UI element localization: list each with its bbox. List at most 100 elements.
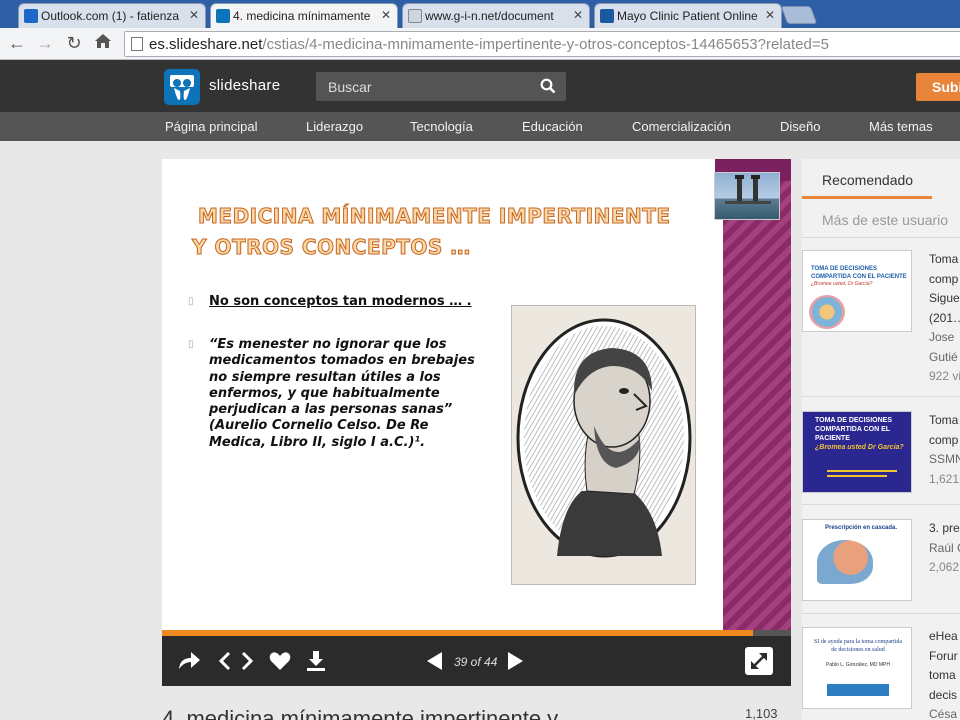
reload-icon[interactable]: ↻ xyxy=(63,33,85,54)
related-thumbnail-3[interactable]: Prescripción en cascada. xyxy=(802,519,912,601)
related-title-line: comp xyxy=(929,271,959,286)
browser-tab-strip: Outlook.com (1) - fatienza ✕ 4. medicina… xyxy=(0,0,960,29)
thumb-graphic xyxy=(817,540,873,584)
bullet-icon: ▯ xyxy=(188,339,194,350)
slideshare-logo-icon[interactable] xyxy=(164,69,200,105)
home-icon[interactable] xyxy=(92,33,114,54)
close-icon[interactable]: ✕ xyxy=(381,8,391,22)
slide-bullet-1: No son conceptos tan modernos … . xyxy=(209,294,472,309)
nav-tecnologia[interactable]: Tecnología xyxy=(410,119,473,134)
related-author-line: Jose xyxy=(929,330,955,344)
related-views: 2,062 xyxy=(929,560,960,574)
related-title-line: Sigue xyxy=(929,291,960,305)
view-count: 1,103 xyxy=(745,706,778,720)
slide-quote: “Es menester no ignorar que los medicame… xyxy=(209,337,475,450)
tab-label: Mayo Clinic Patient Online xyxy=(617,9,758,23)
related-title-line: Toma xyxy=(929,413,959,427)
related-title-line: decis xyxy=(929,687,958,702)
tab-gin[interactable]: www.g-i-n.net/document ✕ xyxy=(402,3,590,28)
slideshare-header: slideshare Subir xyxy=(0,60,960,112)
divider xyxy=(802,237,960,238)
outlook-icon xyxy=(24,9,38,23)
active-tab-indicator xyxy=(802,196,932,199)
presentation-title: 4. medicina mínimamente impertinente y xyxy=(162,706,559,720)
thumb-title: TOMA DE DECISIONES COMPARTIDA CON EL PAC… xyxy=(811,266,907,280)
category-nav: Página principal Liderazgo Tecnología Ed… xyxy=(0,112,960,141)
tab-outlook[interactable]: Outlook.com (1) - fatienza ✕ xyxy=(18,3,206,28)
related-author-line: Césa xyxy=(929,707,958,720)
tab-label: www.g-i-n.net/document xyxy=(425,9,554,23)
bullet-icon: ▯ xyxy=(188,296,194,307)
divider xyxy=(802,396,960,397)
thumb-subtitle: Pablo L. González, MD MPH xyxy=(826,662,890,668)
share-icon[interactable] xyxy=(176,649,202,673)
related-title-line: (201… xyxy=(929,310,960,325)
brand-name[interactable]: slideshare xyxy=(209,77,280,94)
new-tab-button[interactable] xyxy=(780,6,818,24)
slide-viewer[interactable]: MEDICINA MÍNIMAMENTE IMPERTINENTE Y OTRO… xyxy=(162,159,791,635)
address-bar[interactable]: es.slideshare.net/cstias/4-medicina-mnim… xyxy=(124,31,960,57)
thumb-title: SI de ayuda para la toma compartida de d… xyxy=(814,639,902,653)
tab-label: 4. medicina mínimamente xyxy=(233,9,371,23)
tab-recommended[interactable]: Recomendado xyxy=(822,172,913,188)
mayo-shield-icon xyxy=(600,9,614,23)
divider xyxy=(802,613,960,614)
close-icon[interactable]: ✕ xyxy=(189,8,199,22)
celsus-portrait-image xyxy=(511,305,696,585)
url-path: /cstias/4-medicina-mnimamente-impertinen… xyxy=(262,36,829,53)
globe-icon xyxy=(408,9,422,23)
tab-label: Outlook.com (1) - fatienza xyxy=(41,9,180,23)
page-icon xyxy=(131,37,143,51)
slideshare-favicon-icon xyxy=(216,9,230,23)
related-thumbnail-2[interactable]: TOMA DE DECISIONES COMPARTIDA CON EL PAC… xyxy=(802,411,912,493)
embed-icon[interactable] xyxy=(218,649,254,673)
previous-slide-icon[interactable] xyxy=(424,649,450,673)
slide-title-line1: MEDICINA MÍNIMAMENTE IMPERTINENTE xyxy=(198,204,671,229)
related-item-2[interactable]: Toma comp SSMN 1,621 xyxy=(929,411,960,489)
nav-pagina-principal[interactable]: Página principal xyxy=(165,119,258,134)
related-thumbnail-4[interactable]: SI de ayuda para la toma compartida de d… xyxy=(802,627,912,709)
nav-mas-temas[interactable]: Más temas xyxy=(869,119,933,134)
close-icon[interactable]: ✕ xyxy=(765,8,775,22)
thumb-graphic xyxy=(827,475,887,477)
player-controls: 39 of 44 xyxy=(162,636,791,686)
related-author-line: Gutié xyxy=(929,349,958,364)
tab-more-from-user[interactable]: Más de este usuario xyxy=(822,212,948,228)
upload-button[interactable]: Subir xyxy=(916,73,960,101)
thumb-title: Prescripción en cascada. xyxy=(825,525,898,531)
related-item-1[interactable]: Toma comp Sigue (201… Jose Gutié 922 vi xyxy=(929,250,960,387)
divider xyxy=(802,504,960,505)
related-title-line: comp xyxy=(929,432,959,447)
download-icon[interactable] xyxy=(304,649,330,673)
thumb-title: TOMA DE DECISIONES COMPARTIDA CON EL PAC… xyxy=(815,417,893,442)
nav-comercializacion[interactable]: Comercialización xyxy=(632,119,731,134)
like-heart-icon[interactable] xyxy=(268,649,294,673)
nav-diseno[interactable]: Diseño xyxy=(780,119,820,134)
related-item-3[interactable]: 3. pre Raúl C 2,062 xyxy=(929,519,960,578)
related-views: 1,621 xyxy=(929,471,960,486)
search-icon[interactable] xyxy=(540,78,556,94)
forward-arrow-icon[interactable]: → xyxy=(34,33,56,54)
slide-page-indicator: 39 of 44 xyxy=(454,655,498,669)
related-title-line: toma xyxy=(929,668,956,682)
related-views: 922 vi xyxy=(929,369,960,383)
slide-title: MEDICINA MÍNIMAMENTE IMPERTINENTE Y OTRO… xyxy=(192,201,671,263)
related-sidebar: Recomendado Más de este usuario TOMA DE … xyxy=(802,159,960,720)
thumb-graphic xyxy=(809,295,845,329)
url-host: es.slideshare.net xyxy=(149,36,263,53)
related-title-line: Toma xyxy=(929,252,959,266)
related-thumbnail-1[interactable]: TOMA DE DECISIONES COMPARTIDA CON EL PAC… xyxy=(802,250,912,332)
slide-decorative-band xyxy=(723,159,791,635)
thumb-graphic xyxy=(827,470,897,472)
fullscreen-icon[interactable] xyxy=(745,647,773,675)
back-arrow-icon[interactable]: ← xyxy=(6,33,28,54)
nav-educacion[interactable]: Educación xyxy=(522,119,583,134)
close-icon[interactable]: ✕ xyxy=(573,8,583,22)
related-item-4[interactable]: eHea Forur toma decis Césa xyxy=(929,627,958,720)
search-box xyxy=(316,72,566,101)
tab-mayo[interactable]: Mayo Clinic Patient Online ✕ xyxy=(594,3,782,28)
nav-liderazgo[interactable]: Liderazgo xyxy=(306,119,363,134)
next-slide-icon[interactable] xyxy=(506,649,532,673)
search-input[interactable] xyxy=(316,72,536,101)
tab-slideshare[interactable]: 4. medicina mínimamente ✕ xyxy=(210,3,398,29)
